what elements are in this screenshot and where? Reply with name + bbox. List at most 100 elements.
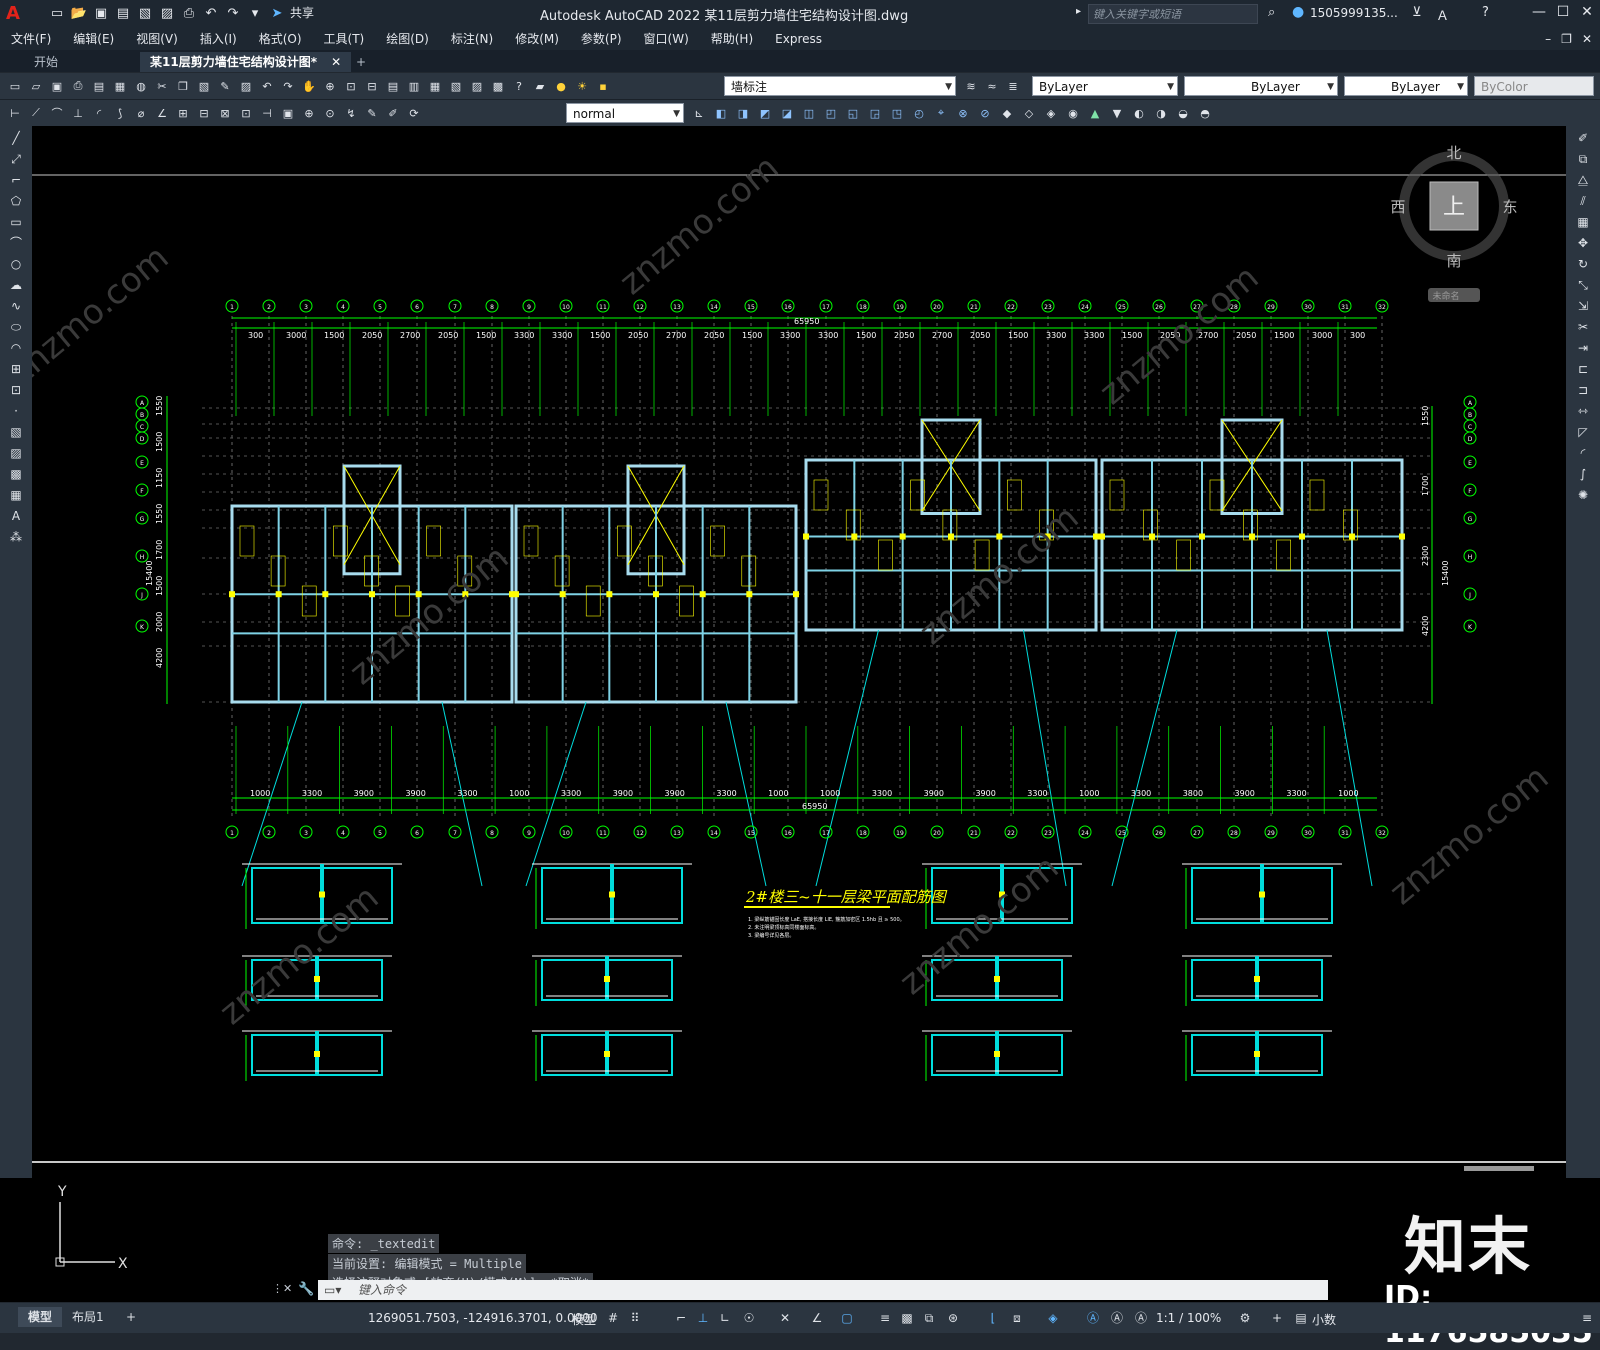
save-web-icon[interactable]: ▨ <box>158 4 176 22</box>
viewcube[interactable]: 上 北 南 东 西 未命名 <box>1390 144 1518 302</box>
minimize-icon[interactable]: — <box>1528 4 1550 24</box>
share-button[interactable]: 共享 <box>290 4 314 24</box>
layer-sun-icon[interactable]: ☀ <box>573 77 591 95</box>
zoom-realtime-icon[interactable]: ⊕ <box>321 77 339 95</box>
linetype-dropdown[interactable]: ByLayer ▼ <box>1184 76 1338 96</box>
view-back-icon[interactable]: ◨ <box>734 104 752 122</box>
menu-file[interactable]: 文件(F) <box>0 28 62 50</box>
dim-angular-icon[interactable]: ∠ <box>153 104 171 122</box>
view-left-icon[interactable]: ◩ <box>756 104 774 122</box>
arc-icon[interactable]: ⌒ <box>6 234 26 252</box>
new-tab-button[interactable]: + <box>346 52 376 72</box>
object-snap-tracking-icon[interactable]: ∠ <box>808 1309 826 1327</box>
qnew-icon[interactable]: ▭ <box>6 77 24 95</box>
inspect-icon[interactable]: ⊙ <box>321 104 339 122</box>
plot-icon[interactable]: ⎙ <box>69 77 87 95</box>
revcloud-icon[interactable]: ☁ <box>6 276 26 294</box>
move-icon[interactable]: ✥ <box>1573 234 1593 252</box>
compass-north[interactable]: 北 <box>1446 144 1461 162</box>
menu-view[interactable]: 视图(V) <box>125 28 189 50</box>
menu-help[interactable]: 帮助(H) <box>700 28 764 50</box>
trim-icon[interactable]: ✂ <box>1573 318 1593 336</box>
view-front-icon[interactable]: ◧ <box>712 104 730 122</box>
visual-style-realistic-icon[interactable]: ◈ <box>1042 104 1060 122</box>
gradient-icon[interactable]: ▨ <box>6 444 26 462</box>
menu-window[interactable]: 窗口(W) <box>633 28 700 50</box>
break-icon[interactable]: ⊐ <box>1573 381 1593 399</box>
explode-icon[interactable]: ✺ <box>1573 486 1593 504</box>
menu-insert[interactable]: 插入(I) <box>189 28 248 50</box>
plot-icon[interactable]: ⎙ <box>180 4 198 22</box>
ucs-icon[interactable]: ⌖ <box>932 104 950 122</box>
tool-palettes-icon[interactable]: ▦ <box>426 77 444 95</box>
user-name[interactable]: 1505999135... <box>1310 6 1398 20</box>
command-input[interactable]: ▭▾ 键入命令 <box>318 1280 1328 1300</box>
view-se-iso-icon[interactable]: ◲ <box>866 104 884 122</box>
publish-icon[interactable]: ▦ <box>111 77 129 95</box>
tab-layout1[interactable]: 布局1 <box>62 1307 114 1327</box>
search-icon[interactable]: ⌕ <box>1268 5 1275 20</box>
plot-preview-icon[interactable]: ▤ <box>90 77 108 95</box>
doc-close-icon[interactable]: ✕ <box>1582 28 1592 50</box>
circle-icon[interactable]: ○ <box>6 255 26 273</box>
make-current-layer-icon[interactable]: ≋ <box>962 77 980 95</box>
chevron-right-icon[interactable]: ▸ <box>1076 6 1081 17</box>
cut-icon[interactable]: ✂ <box>153 77 171 95</box>
3d-dwf-icon[interactable]: ◍ <box>132 77 150 95</box>
scale-icon[interactable]: ⤡ <box>1573 276 1593 294</box>
visual-style-2d-icon[interactable]: ◆ <box>998 104 1016 122</box>
dim-ordinate-icon[interactable]: ⊥ <box>69 104 87 122</box>
selection-filter-icon[interactable]: ⧈ <box>1008 1309 1026 1327</box>
menu-tools[interactable]: 工具(T) <box>313 28 376 50</box>
center-mark-icon[interactable]: ⊕ <box>300 104 318 122</box>
grid-icon[interactable]: # <box>604 1309 622 1327</box>
doc-restore-icon[interactable]: ❐ <box>1561 28 1572 50</box>
dynamic-ucs-icon[interactable]: ⌊ <box>984 1309 1002 1327</box>
construction-line-icon[interactable]: ⤢ <box>6 150 26 168</box>
annotation-scale-icon[interactable]: Ⓐ <box>1132 1309 1150 1327</box>
layer-lock-icon[interactable]: ▪ <box>594 77 612 95</box>
menu-format[interactable]: 格式(O) <box>248 28 313 50</box>
menu-draw[interactable]: 绘图(D) <box>375 28 440 50</box>
copy-icon[interactable]: ❐ <box>174 77 192 95</box>
snap-icon[interactable]: ⠿ <box>626 1309 644 1327</box>
open-web-icon[interactable]: ▧ <box>136 4 154 22</box>
extend-icon[interactable]: ⇥ <box>1573 339 1593 357</box>
menu-dimension[interactable]: 标注(N) <box>440 28 504 50</box>
rectangle-icon[interactable]: ▭ <box>6 213 26 231</box>
match-properties-icon[interactable]: ✎ <box>216 77 234 95</box>
cart-icon[interactable]: ⊻ <box>1412 5 1422 20</box>
dim-radius-icon[interactable]: ◜ <box>90 104 108 122</box>
close-icon[interactable]: ✕ <box>1576 4 1598 24</box>
save-icon[interactable]: ▣ <box>92 4 110 22</box>
spline-icon[interactable]: ∿ <box>6 297 26 315</box>
fly-icon[interactable]: ◓ <box>1196 104 1214 122</box>
customize-icon[interactable]: 🔧 <box>298 1282 314 1297</box>
ellipse-icon[interactable]: ⬭ <box>6 318 26 336</box>
blend-curves-icon[interactable]: ∫ <box>1573 465 1593 483</box>
dim-break-icon[interactable]: ⊣ <box>258 104 276 122</box>
model-space-toggle[interactable]: 模型 <box>572 1311 596 1328</box>
cameras-icon[interactable]: ◑ <box>1152 104 1170 122</box>
zoom-window-icon[interactable]: ⊡ <box>342 77 360 95</box>
user-icon[interactable]: ● <box>1292 4 1304 20</box>
polyline-icon[interactable]: ⌐ <box>6 171 26 189</box>
isodraft-icon[interactable]: ✕ <box>776 1309 794 1327</box>
array-icon[interactable]: ▦ <box>1573 213 1593 231</box>
lineweight-icon[interactable]: ≡ <box>876 1309 894 1327</box>
save-as-icon[interactable]: ▤ <box>114 4 132 22</box>
help-icon[interactable]: ? <box>510 77 528 95</box>
dynamic-input-icon[interactable]: ⊥ <box>694 1309 712 1327</box>
redo-icon[interactable]: ↷ <box>224 4 242 22</box>
copy-object-icon[interactable]: ⧉ <box>1573 150 1593 168</box>
layer-previous-icon[interactable]: ≈ <box>983 77 1001 95</box>
design-center-icon[interactable]: ▥ <box>405 77 423 95</box>
redo-icon[interactable]: ↷ <box>279 77 297 95</box>
color-dropdown[interactable]: ByLayer ▼ <box>1032 76 1178 96</box>
materials-icon[interactable]: ◐ <box>1130 104 1148 122</box>
doc-minimize-icon[interactable]: – <box>1545 28 1551 50</box>
offset-icon[interactable]: ⫽ <box>1573 192 1593 210</box>
3d-osnap-icon[interactable]: ⊛ <box>944 1309 962 1327</box>
fillet-icon[interactable]: ◜ <box>1573 444 1593 462</box>
dim-aligned-icon[interactable]: ⟋ <box>27 104 45 122</box>
